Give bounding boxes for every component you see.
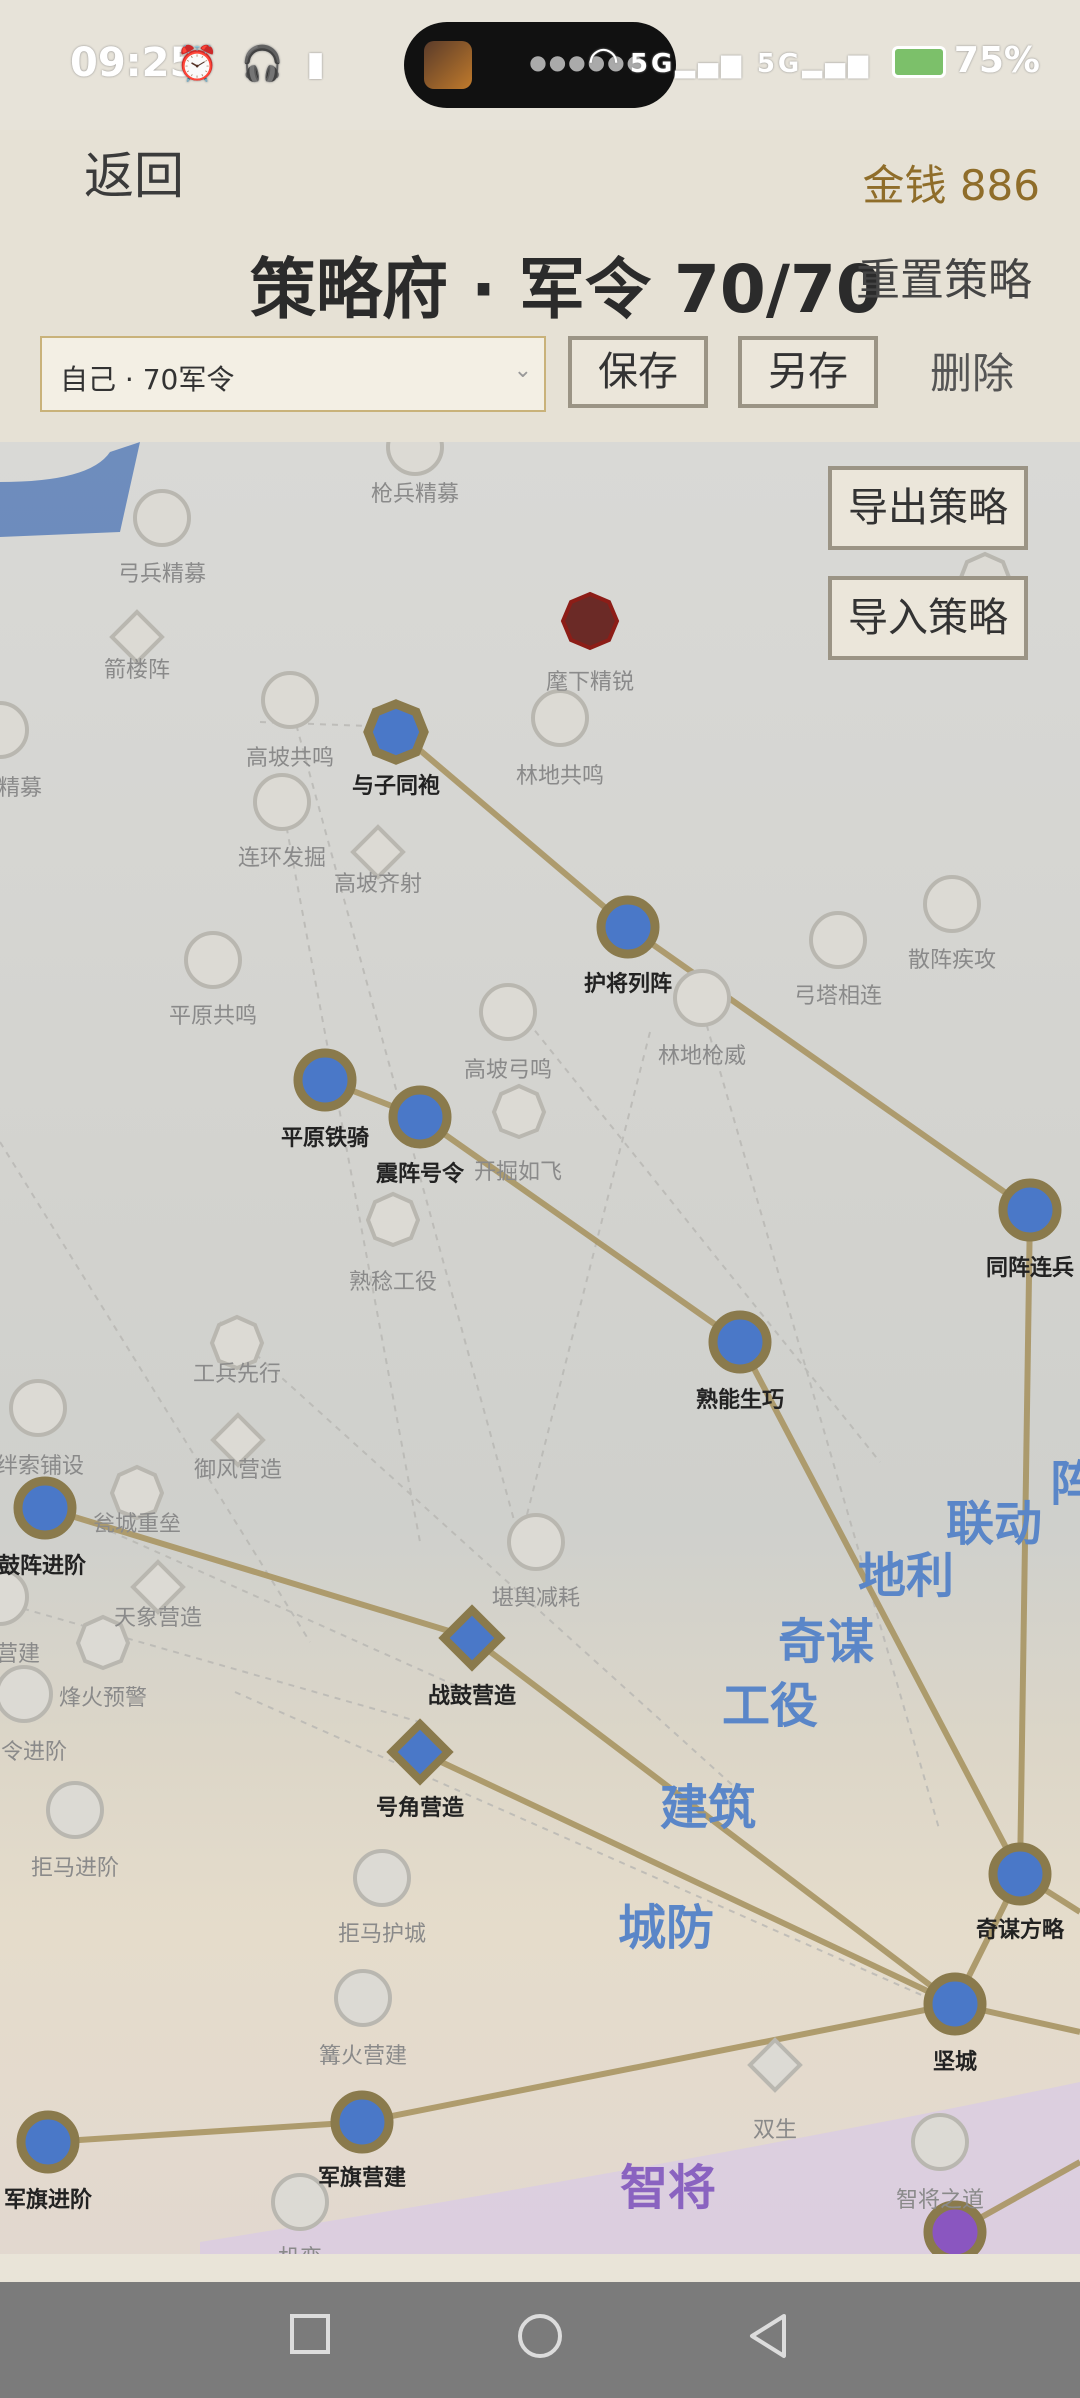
recent-apps-square-icon[interactable]: [288, 2312, 332, 2356]
back-button[interactable]: 返回: [84, 136, 184, 208]
node-label: 麾下精锐: [545, 670, 635, 695]
node-label: 弓兵精募: [117, 562, 207, 587]
status-left-icons: ⏰ 🎧 ▮: [176, 44, 331, 84]
battery-percent: 75%: [953, 40, 1040, 81]
page-title: 策略府 · 军令 70/70: [250, 251, 882, 328]
preset-select[interactable]: 自己 · 70军令 ⌄: [40, 336, 546, 412]
node-label: 枪兵精募: [370, 482, 460, 507]
category-chengfang: 城防: [618, 1900, 715, 1956]
node-label: 精募: [0, 776, 43, 801]
category-liandong: 联动: [946, 1496, 1043, 1552]
node-label: 双生: [752, 2118, 798, 2143]
battery-icon: [891, 46, 946, 78]
signal-5g-1: 5G: [629, 49, 676, 79]
node-label: 护将列阵: [583, 972, 673, 997]
game-app-icon: [424, 41, 472, 89]
category-qimou: 奇谋: [778, 1614, 875, 1670]
node-label: 熟稔工役: [348, 1270, 438, 1295]
home-circle-icon[interactable]: [516, 2312, 564, 2360]
status-right: ◠ 5G▂▄▆ 5G▂▄▆ 75%: [590, 40, 1040, 81]
signal-5g-2: 5G: [756, 49, 803, 79]
node-label: 拒马护城: [337, 1922, 427, 1947]
node-label: 绊索铺设: [0, 1454, 85, 1479]
money-display: 金钱 886: [862, 161, 1040, 210]
node-label: 散阵疾攻: [907, 948, 997, 973]
signal-bars-icon: ▂▄▆: [675, 49, 745, 79]
node-label: 堪舆减耗: [491, 1586, 581, 1611]
node-label: 战鼓营造: [427, 1684, 517, 1709]
category-gongyi: 工役: [722, 1678, 819, 1734]
preset-select-value: 自己 · 70军令: [60, 363, 235, 396]
node-label: 营建: [0, 1642, 41, 1667]
import-strategy-button[interactable]: 导入策略: [828, 576, 1028, 660]
node-label: 御风营造: [193, 1458, 283, 1483]
save-as-button[interactable]: 另存: [738, 336, 878, 408]
node-label: 弓塔相连: [793, 984, 883, 1009]
node-label: 鼓阵进阶: [0, 1554, 87, 1579]
node-label: 林地共鸣: [515, 764, 605, 789]
node-label: 篝火营建: [318, 2044, 408, 2069]
node-label: 与子同袍: [351, 774, 441, 799]
node-label: 天象营造: [113, 1606, 203, 1631]
node-label: 平原共鸣: [168, 1004, 258, 1029]
node-label: 号角营造: [375, 1796, 465, 1821]
system-nav-bar: [0, 2282, 1080, 2398]
node-label: 平原铁骑: [280, 1126, 370, 1151]
node-label: 军旗营建: [317, 2166, 407, 2191]
node-label: 瓮城重垒: [92, 1512, 182, 1537]
node-label: 高坡齐射: [333, 872, 423, 897]
node-label: 机变: [278, 2240, 322, 2254]
node-label: 高坡弓鸣: [463, 1058, 553, 1083]
back-triangle-icon[interactable]: [746, 2312, 790, 2360]
node-label: 箭楼阵: [103, 658, 171, 683]
category-dili: 地利: [858, 1548, 955, 1604]
node-label: 令进阶: [0, 1740, 68, 1765]
signal-bars-icon: ▂▄▆: [802, 49, 872, 79]
node-label: 工兵先行: [192, 1362, 282, 1387]
node-label: 坚城: [932, 2050, 978, 2075]
node-label: 连环发掘: [237, 846, 327, 871]
node-label: 军旗进阶: [3, 2188, 93, 2213]
category-zhijiang: 智将: [620, 2160, 717, 2216]
strategy-tree-map[interactable]: 枪兵精募 弓兵精募 箭楼阵 麾下精锐 精募 高坡共鸣 与子同袍 林地共鸣 连环发…: [0, 442, 1080, 2254]
wifi-icon: ◠: [589, 40, 618, 81]
save-button[interactable]: 保存: [568, 336, 708, 408]
node-label: 烽火预警: [58, 1686, 148, 1711]
export-strategy-button[interactable]: 导出策略: [828, 466, 1028, 550]
delete-button[interactable]: 删除: [930, 340, 1014, 401]
node-label: 开掘如飞: [473, 1160, 563, 1185]
category-jianzhu: 建筑: [660, 1780, 757, 1836]
node-label: 奇谋方略: [975, 1918, 1065, 1943]
node-label: 林地枪威: [657, 1044, 747, 1069]
node-label: 同阵连兵: [985, 1256, 1075, 1281]
status-bar: 09:25 ⏰ 🎧 ▮ ●●●●●● ◠ 5G▂▄▆ 5G▂▄▆ 75%: [0, 0, 1080, 130]
map-canvas: [0, 442, 1080, 2254]
node-label: 拒马进阶: [30, 1856, 120, 1881]
chevron-down-icon: ⌄: [513, 358, 532, 383]
node-label: 高坡共鸣: [245, 746, 335, 771]
category-zhen: 阵: [1050, 1456, 1080, 1512]
reset-strategy-button[interactable]: 重置策略: [856, 244, 1032, 308]
node-label: 震阵号令: [375, 1162, 465, 1187]
node-label: 熟能生巧: [695, 1388, 785, 1413]
node-label: 智将之道: [895, 2188, 985, 2213]
